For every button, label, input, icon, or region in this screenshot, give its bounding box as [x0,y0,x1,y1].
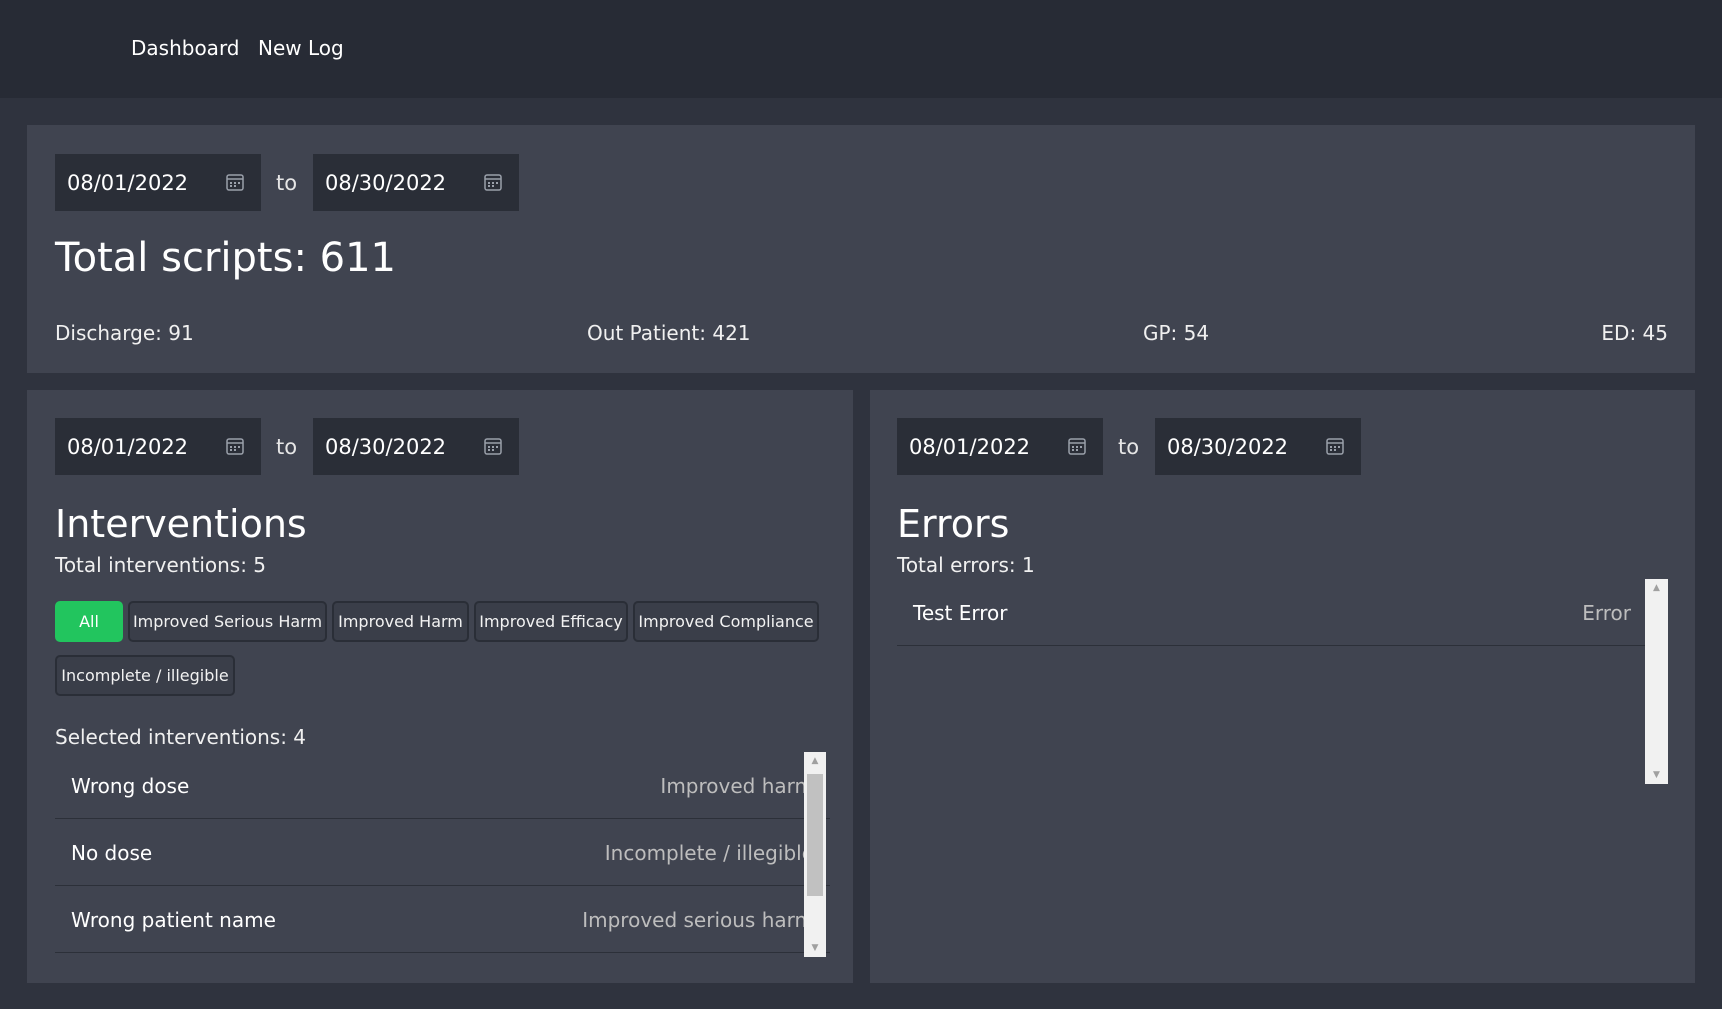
stat-out-patient: Out Patient: 421 [587,321,751,345]
intervention-type: Improved harm [660,774,814,798]
error-type: Error [1582,601,1631,625]
arrow-up-icon[interactable]: ▲ [1645,579,1668,597]
date-range-separator: to [276,435,298,459]
arrow-down-icon[interactable]: ▼ [804,939,826,957]
selected-interventions-label: Selected interventions: 4 [55,725,307,749]
filter-chip-improved-efficacy[interactable]: Improved Efficacy [474,601,628,642]
arrow-down-icon[interactable]: ▼ [1645,766,1668,784]
errors-panel: 08/01/2022 to 08/30/2022 Errors Total er… [870,390,1695,983]
filter-chip-all[interactable]: All [55,601,123,642]
date-value: 08/01/2022 [67,435,189,459]
date-value: 08/30/2022 [325,171,447,195]
errors-date-from-input[interactable]: 08/01/2022 [897,418,1103,475]
intervention-type: Incomplete / illegible [604,841,814,865]
stat-ed: ED: 45 [1601,321,1668,345]
calendar-icon[interactable] [483,172,503,192]
list-item[interactable]: Wrong dose Improved harm [55,752,830,819]
nav-new-log-link[interactable]: New Log [258,36,344,60]
arrow-up-icon[interactable]: ▲ [804,752,826,770]
filter-chip-improved-harm[interactable]: Improved Harm [332,601,469,642]
calendar-icon[interactable] [225,436,245,456]
date-range-separator: to [1118,435,1140,459]
intervention-type: Improved serious harm [582,908,814,932]
list-item[interactable]: Test Error Error [897,579,1647,646]
calendar-icon[interactable] [1067,436,1087,456]
stat-gp: GP: 54 [1143,321,1210,345]
interventions-panel: 08/01/2022 to 08/30/2022 Interventions T… [27,390,853,983]
date-value: 08/30/2022 [1167,435,1289,459]
total-errors-label: Total errors: 1 [897,553,1035,577]
filter-chip-incomplete-illegible[interactable]: Incomplete / illegible [55,655,235,696]
errors-title: Errors [897,502,1010,546]
calendar-icon[interactable] [225,172,245,192]
date-value: 08/01/2022 [909,435,1031,459]
intervention-name: No dose [71,841,153,865]
intervention-name: Wrong patient name [71,908,276,932]
calendar-icon[interactable] [1325,436,1345,456]
calendar-icon[interactable] [483,436,503,456]
date-range-separator: to [276,171,298,195]
total-scripts-heading: Total scripts: 611 [55,235,396,281]
interventions-date-to-input[interactable]: 08/30/2022 [313,418,519,475]
interventions-scrollbar[interactable]: ▲ ▼ [804,752,826,957]
filter-chip-improved-serious-harm[interactable]: Improved Serious Harm [128,601,327,642]
errors-list: Test Error Error [897,579,1647,784]
intervention-name: Wrong dose [71,774,190,798]
errors-scrollbar[interactable]: ▲ ▼ [1645,579,1668,784]
error-name: Test Error [913,601,1008,625]
interventions-date-from-input[interactable]: 08/01/2022 [55,418,261,475]
interventions-title: Interventions [55,502,307,546]
summary-date-from-input[interactable]: 08/01/2022 [55,154,261,211]
date-value: 08/01/2022 [67,171,189,195]
total-interventions-label: Total interventions: 5 [55,553,267,577]
errors-date-to-input[interactable]: 08/30/2022 [1155,418,1361,475]
list-item[interactable]: No dose Incomplete / illegible [55,819,830,886]
top-navbar: Dashboard New Log [0,0,1722,98]
nav-dashboard-link[interactable]: Dashboard [131,36,240,60]
summary-panel: 08/01/2022 to 08/30/2022 Total scripts: … [27,125,1695,373]
filter-chip-improved-compliance[interactable]: Improved Compliance [633,601,819,642]
scrollbar-thumb[interactable] [807,774,823,896]
interventions-list: Wrong dose Improved harm No dose Incompl… [55,752,830,961]
stat-discharge: Discharge: 91 [55,321,194,345]
list-item[interactable]: Wrong patient name Improved serious harm [55,886,830,953]
summary-date-to-input[interactable]: 08/30/2022 [313,154,519,211]
date-value: 08/30/2022 [325,435,447,459]
